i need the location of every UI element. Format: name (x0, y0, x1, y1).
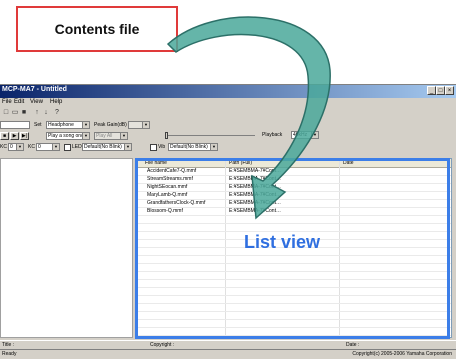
curved-arrow-icon (166, 16, 331, 220)
arrow-shape (166, 16, 331, 220)
